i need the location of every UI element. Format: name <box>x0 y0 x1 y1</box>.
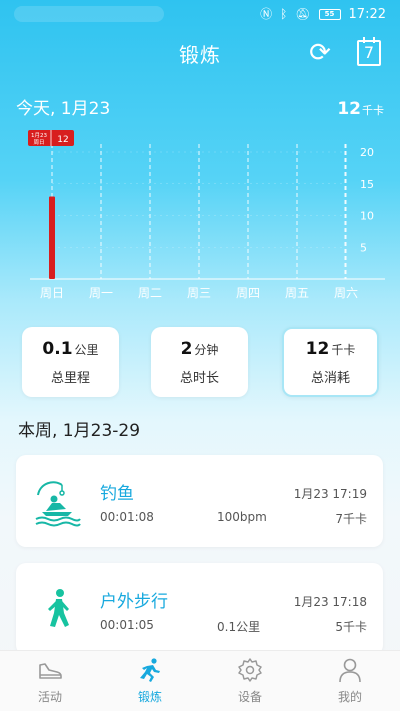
chart-ytick-label: 20 <box>360 146 374 159</box>
record-duration: 00:01:05 <box>100 618 154 632</box>
battery-level: 55 <box>324 10 335 18</box>
stat-calories-unit: 千卡 <box>331 342 356 357</box>
stat-calories-value: 12 <box>305 338 330 359</box>
chart-xtick-label: 周五 <box>285 286 309 300</box>
chart-highlight-value: 12 <box>57 135 68 145</box>
chart-ytick-label: 15 <box>360 178 374 191</box>
calendar-icon[interactable]: 7 <box>357 37 381 66</box>
stat-duration-unit: 分钟 <box>194 342 219 357</box>
shoe-icon <box>39 663 62 679</box>
tab-device[interactable]: 设备 <box>200 651 300 711</box>
week-title: 本周, 1月23-29 <box>18 421 141 441</box>
status-notification-pill <box>14 6 164 22</box>
tab-workout-label: 锻炼 <box>137 690 162 704</box>
stat-card-calories[interactable]: 12 千卡 总消耗 <box>282 327 379 397</box>
chart-xtick-label: 周二 <box>138 286 162 300</box>
record-card-outdoor-walk[interactable]: 户外步行 1月23 17:18 00:01:05 0.1公里 5千卡 <box>16 563 383 655</box>
stat-card-distance[interactable]: 0.1 公里 总里程 <box>22 327 119 397</box>
today-calories-unit: 千卡 <box>362 104 384 117</box>
record-datetime: 1月23 17:19 <box>293 487 367 501</box>
stat-duration-value: 2 <box>180 338 193 359</box>
stat-distance-unit: 公里 <box>74 342 99 357</box>
bluetooth-icon: ᛒ <box>280 7 288 21</box>
record-calories: 5千卡 <box>335 620 367 634</box>
chart-bar <box>49 196 55 279</box>
person-icon <box>339 658 361 683</box>
bottom-tab-bar: 活动 锻炼 设备 我的 <box>0 650 400 711</box>
chart-ytick-label: 5 <box>360 241 367 254</box>
record-name: 钓鱼 <box>100 484 134 504</box>
stat-duration-label: 总时长 <box>179 370 219 386</box>
gear-icon <box>238 658 262 682</box>
fishing-icon <box>35 481 81 527</box>
record-duration: 00:01:08 <box>100 510 154 524</box>
record-card-fishing[interactable]: 钓鱼 1月23 17:19 00:01:08 100bpm 7千卡 <box>16 455 383 547</box>
tab-activity-label: 活动 <box>37 690 62 704</box>
chart-highlight-weekday: 周日 <box>33 139 44 146</box>
tab-profile[interactable]: 我的 <box>300 651 400 711</box>
weekly-calorie-chart: 5 10 15 20 周日 周一 周二 周三 周四 周五 周六 1月23 周日 12 <box>0 120 400 310</box>
today-calories-value: 12 <box>337 99 361 119</box>
status-time: 17:22 <box>348 6 386 22</box>
mute-icon: 🔕︎ <box>295 7 311 21</box>
title-bar: 锻炼 ⟳ 7 <box>0 32 400 74</box>
tab-profile-label: 我的 <box>337 690 362 704</box>
refresh-icon[interactable]: ⟳ <box>306 39 334 67</box>
chart-svg: 5101520周日 周一 周二 周三 周四 周五 周六1月23周日 12 <box>28 130 385 300</box>
tab-activity[interactable]: 活动 <box>0 651 100 711</box>
nfc-icon: Ⓝ <box>260 7 273 21</box>
today-date-label: 今天, 1月23 <box>16 99 111 119</box>
record-name: 户外步行 <box>100 592 168 612</box>
tab-device-label: 设备 <box>237 690 262 704</box>
chart-xtick-label: 周六 <box>334 286 358 300</box>
chart-highlight-date: 1月23 <box>31 132 47 139</box>
chart-xtick-label: 周日 <box>40 286 64 300</box>
page-title: 锻炼 <box>179 42 221 67</box>
runner-icon <box>140 658 160 682</box>
chart-xtick-label: 周三 <box>187 286 211 300</box>
status-bar: Ⓝ ᛒ 🔕︎ 55 17:22 <box>0 0 400 28</box>
record-heart-rate: 100bpm <box>217 510 267 524</box>
tab-workout[interactable]: 锻炼 <box>100 651 200 711</box>
walking-icon <box>48 589 69 627</box>
chart-ytick-label: 10 <box>360 210 374 223</box>
record-calories: 7千卡 <box>335 512 367 526</box>
record-distance: 0.1公里 <box>217 620 261 634</box>
today-calories: 12千卡 <box>337 99 384 119</box>
chart-xtick-label: 周四 <box>236 286 260 300</box>
stat-distance-label: 总里程 <box>50 370 90 386</box>
battery-icon: 55 <box>318 8 341 20</box>
calendar-day: 7 <box>363 43 375 62</box>
record-datetime: 1月23 17:18 <box>293 595 367 609</box>
stat-calories-label: 总消耗 <box>310 370 350 386</box>
stat-card-duration[interactable]: 2 分钟 总时长 <box>151 327 248 397</box>
chart-xtick-label: 周一 <box>89 286 113 300</box>
today-summary: 今天, 1月23 12千卡 <box>16 94 384 119</box>
stat-distance-value: 0.1 <box>42 338 73 359</box>
